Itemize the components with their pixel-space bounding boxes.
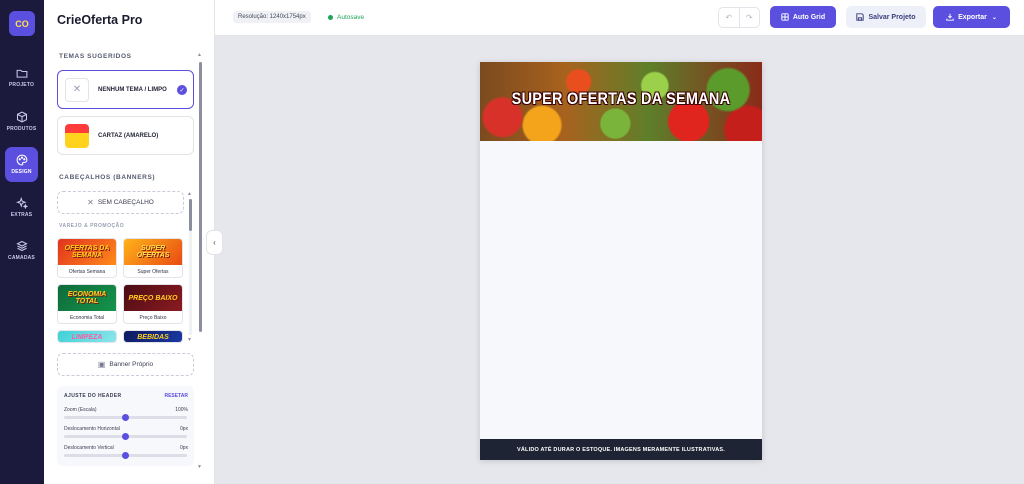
canvas-footer[interactable]: VÁLIDO ATÉ DURAR O ESTOQUE. IMAGENS MERA… [480,439,762,460]
rail-label: EXTRAS [10,212,33,218]
theme-card-cartaz[interactable]: CARTAZ (AMARELO) [57,116,194,155]
panel-scroll-up-icon[interactable]: ▲ [197,52,202,58]
banner-limpeza[interactable]: LIMPEZA [57,330,117,343]
scroll-down-icon[interactable]: ▼ [187,337,192,343]
banner-art: OFERTAS DA SEMANA [58,239,116,265]
undo-icon[interactable]: ↶ [719,8,740,27]
save-icon [856,13,865,21]
rail-label: CAMADAS [8,255,35,261]
rail-item-camadas[interactable]: CAMADAS [5,233,38,268]
adjust-title: AJUSTE DO HEADER [64,393,122,399]
headers-section-title: CABEÇALHOS (BANNERS) [59,174,156,181]
sparkles-icon [15,197,28,209]
chevron-down-icon: ⌄ [991,14,997,21]
auto-grid-label: Auto Grid [792,13,826,21]
rail-item-produtos[interactable]: PRODUTOS [5,104,38,139]
banner-art: LIMPEZA [58,331,116,342]
theme-label: NENHUM TEMA / LIMPO [98,86,167,93]
zoom-label: Zoom (Escala) [64,407,97,413]
banner-art: PREÇO BAIXO [124,285,182,311]
top-bar: Resolução: 1240x1754px Autosave ↶ ↷ Auto… [215,0,1024,36]
theme-thumbnail [65,123,89,148]
header-title: SUPER OFERTAS DA SEMANA [511,89,731,108]
autosave-label: Autosave [337,13,365,21]
autosave-status: Autosave [328,11,364,23]
themes-section-title: TEMAS SUGERIDOS [59,53,132,60]
app-logo: CO [9,11,35,36]
download-icon [946,13,954,21]
zoom-slider[interactable] [64,414,187,421]
layers-icon [15,240,28,252]
rail-item-projeto[interactable]: PROJETO [5,60,38,95]
box-icon [16,111,27,123]
undo-redo-group: ↶ ↷ [718,7,760,28]
save-project-button[interactable]: Salvar Projeto [846,6,926,28]
theme-label: CARTAZ (AMARELO) [98,132,159,139]
reset-button[interactable]: RESETAR [164,393,188,399]
banner-economia-total[interactable]: ECONOMIA TOTAL Economia Total [57,284,117,324]
left-rail: CO PROJETO PRODUTOS DESIGN EXTRAS CAMADA… [0,0,44,484]
horizontal-offset-slider[interactable] [64,433,187,440]
export-button[interactable]: Exportar ⌄ [933,6,1010,28]
close-icon: ✕ [65,77,89,102]
banner-ofertas-semana[interactable]: OFERTAS DA SEMANA Ofertas Semana [57,238,117,278]
own-banner-label: Banner Próprio [109,361,154,368]
header-banner-image[interactable]: SUPER OFERTAS DA SEMANA [480,62,762,141]
horizontal-offset-value: 0px [179,426,188,432]
design-canvas[interactable]: SUPER OFERTAS DA SEMANA VÁLIDO ATÉ DURAR… [480,62,762,460]
banner-art: ECONOMIA TOTAL [58,285,116,311]
banner-caption: Preço Baixo [139,315,167,321]
vertical-offset-value: 0px [179,445,188,451]
app-name: CrieOferta Pro [57,13,143,27]
banner-art: SUPER OFERTAS [124,239,182,265]
rail-item-design[interactable]: DESIGN [5,147,38,182]
rail-label: DESIGN [11,169,32,175]
banner-caption: Economia Total [69,315,105,321]
no-header-label: SEM CABEÇALHO [97,199,154,206]
auto-grid-button[interactable]: Auto Grid [770,6,836,28]
vertical-offset-label: Deslocamento Vertical [64,445,114,451]
own-banner-button[interactable]: ▣ Banner Próprio [57,353,194,376]
banner-preco-baixo[interactable]: PREÇO BAIXO Preço Baixo [123,284,183,324]
status-dot-icon [328,14,333,20]
rail-label: PROJETO [8,82,35,88]
folder-icon [16,69,27,78]
redo-icon[interactable]: ↷ [740,8,760,27]
rail-label: PRODUTOS [6,126,37,132]
panel-scroll-down-icon[interactable]: ▼ [197,464,202,470]
palette-icon [16,154,27,166]
zoom-value: 100% [175,407,188,413]
export-label: Exportar [958,13,987,21]
grid-icon [781,13,789,21]
banner-bebidas[interactable]: BEBIDAS [123,330,183,343]
vertical-offset-slider[interactable] [64,452,187,459]
panel-scroll-thumb[interactable] [199,62,202,332]
image-icon: ▣ [97,360,106,369]
horizontal-offset-label: Deslocamento Horizontal [64,426,120,432]
chevron-left-icon: ‹ [213,238,216,247]
slider-knob[interactable] [122,452,129,459]
save-project-label: Salvar Projeto [868,13,916,21]
design-panel: CrieOferta Pro TEMAS SUGERIDOS ✕ NENHUM … [44,0,215,484]
resolution-badge: Resolução: 1240x1754px [233,11,311,23]
close-icon: ✕ [87,198,94,207]
rail-item-extras[interactable]: EXTRAS [5,190,38,225]
theme-card-none[interactable]: ✕ NENHUM TEMA / LIMPO ✓ [57,70,194,109]
collapse-panel-button[interactable]: ‹ [206,230,223,255]
header-adjust-box: AJUSTE DO HEADER RESETAR Zoom (Escala) 1… [57,386,194,466]
check-icon: ✓ [177,85,187,95]
banners-scroll-thumb[interactable] [189,199,192,231]
banner-art: BEBIDAS [124,331,182,342]
banner-super-ofertas[interactable]: SUPER OFERTAS Super Ofertas [123,238,183,278]
scroll-up-icon[interactable]: ▲ [187,191,192,197]
category-label: VAREJO & PROMOÇÃO [59,223,125,229]
slider-knob[interactable] [122,414,129,421]
slider-knob[interactable] [122,433,129,440]
no-header-button[interactable]: ✕ SEM CABEÇALHO [57,191,184,214]
banner-caption: Ofertas Semana [68,269,106,275]
banner-caption: Super Ofertas [137,269,169,275]
